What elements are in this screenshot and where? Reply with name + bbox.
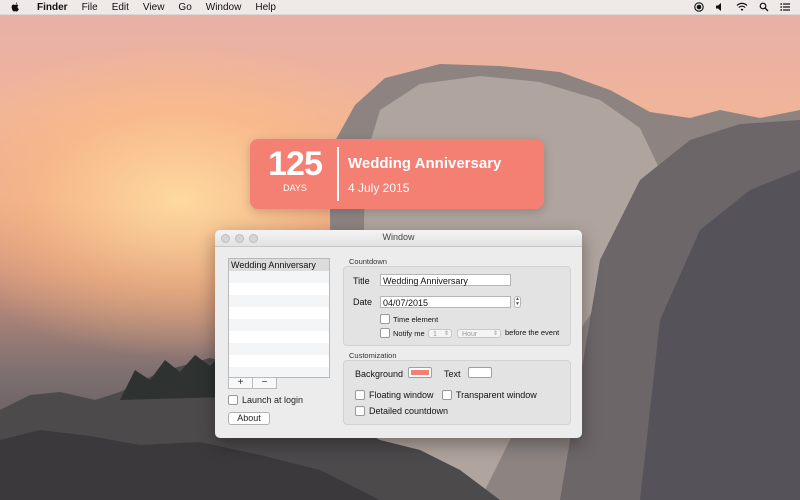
notify-checkbox[interactable] bbox=[380, 328, 390, 338]
event-title: Wedding Anniversary bbox=[348, 155, 502, 172]
date-stepper[interactable]: ▲ ▼ bbox=[514, 296, 521, 308]
list-add-remove: + − bbox=[228, 377, 277, 389]
background-color-swatch bbox=[411, 370, 429, 375]
detailed-countdown-checkbox[interactable] bbox=[355, 406, 365, 416]
countdown-list[interactable]: Wedding Anniversary bbox=[228, 258, 330, 378]
title-label: Title bbox=[353, 276, 370, 286]
date-label: Date bbox=[353, 297, 373, 307]
transparent-window-option[interactable]: Transparent window bbox=[442, 390, 537, 400]
notify-suffix: before the event bbox=[505, 328, 560, 337]
notify-amount-select[interactable]: 1 ⇕ bbox=[428, 329, 452, 338]
notification-center-icon[interactable] bbox=[780, 2, 790, 12]
notify-unit-select[interactable]: Hour ⇕ bbox=[457, 329, 501, 338]
floating-window-checkbox[interactable] bbox=[355, 390, 365, 400]
time-element-option[interactable]: Time element bbox=[380, 314, 438, 324]
countdown-section-label: Countdown bbox=[349, 257, 387, 266]
launch-at-login-label: Launch at login bbox=[242, 395, 304, 405]
event-date: 4 July 2015 bbox=[348, 181, 410, 195]
menu-go[interactable]: Go bbox=[178, 2, 191, 13]
add-button[interactable]: + bbox=[228, 377, 253, 389]
list-item-empty bbox=[229, 283, 329, 295]
launch-at-login-checkbox[interactable] bbox=[228, 395, 238, 405]
transparent-window-label: Transparent window bbox=[456, 390, 537, 400]
list-item-empty bbox=[229, 295, 329, 307]
menu-bar: Finder File Edit View Go Window Help bbox=[0, 0, 800, 15]
launch-at-login[interactable]: Launch at login bbox=[228, 395, 303, 405]
list-item-empty bbox=[229, 331, 329, 343]
remove-button[interactable]: − bbox=[253, 377, 277, 389]
list-item-empty bbox=[229, 271, 329, 283]
menu-help[interactable]: Help bbox=[255, 2, 276, 13]
customization-section-label: Customization bbox=[349, 351, 397, 360]
detailed-countdown-label: Detailed countdown bbox=[369, 406, 449, 416]
menu-file[interactable]: File bbox=[82, 2, 98, 13]
time-element-label: Time element bbox=[393, 314, 439, 324]
countdown-number: 125 bbox=[268, 145, 323, 183]
list-item-empty bbox=[229, 355, 329, 367]
spotlight-icon[interactable] bbox=[759, 2, 769, 12]
list-item-empty bbox=[229, 319, 329, 331]
wifi-icon[interactable] bbox=[736, 2, 748, 12]
floating-window-label: Floating window bbox=[369, 390, 434, 400]
list-item[interactable]: Wedding Anniversary bbox=[229, 259, 329, 271]
notify-label: Notify me bbox=[393, 328, 425, 338]
countdown-unit: DAYS bbox=[283, 183, 307, 193]
detailed-countdown-option[interactable]: Detailed countdown bbox=[355, 406, 448, 416]
menu-edit[interactable]: Edit bbox=[112, 2, 129, 13]
window-titlebar[interactable]: Window bbox=[215, 230, 582, 247]
title-field[interactable]: Wedding Anniversary bbox=[380, 274, 511, 286]
window-title: Window bbox=[382, 232, 415, 242]
floating-window-option[interactable]: Floating window bbox=[355, 390, 434, 400]
record-icon[interactable] bbox=[694, 2, 704, 12]
notify-amount-value: 1 bbox=[433, 331, 437, 338]
menu-window[interactable]: Window bbox=[206, 2, 242, 13]
widget-divider bbox=[337, 147, 339, 201]
volume-icon[interactable] bbox=[715, 2, 725, 12]
preferences-window: Window Wedding Anniversary + − Launch at… bbox=[215, 230, 582, 438]
text-color-well[interactable] bbox=[468, 367, 492, 378]
customization-group: Background Text Floating window Transpar… bbox=[343, 360, 571, 425]
apple-icon[interactable] bbox=[11, 2, 23, 12]
transparent-window-checkbox[interactable] bbox=[442, 390, 452, 400]
about-button[interactable]: About bbox=[228, 412, 270, 425]
background-label: Background bbox=[355, 369, 404, 379]
menu-view[interactable]: View bbox=[143, 2, 165, 13]
notify-unit-value: Hour bbox=[462, 331, 478, 338]
notify-option[interactable]: Notify me bbox=[380, 328, 425, 338]
menu-app-name[interactable]: Finder bbox=[37, 2, 68, 13]
list-item-empty bbox=[229, 343, 329, 355]
chevron-updown-icon: ⇕ bbox=[492, 331, 498, 337]
chevron-updown-icon: ⇕ bbox=[443, 331, 449, 337]
list-item-empty bbox=[229, 307, 329, 319]
time-element-checkbox[interactable] bbox=[380, 314, 390, 324]
text-color-swatch bbox=[471, 370, 489, 375]
text-color-label: Text bbox=[444, 369, 461, 379]
background-color-well[interactable] bbox=[408, 367, 432, 378]
countdown-widget[interactable]: 125 DAYS Wedding Anniversary 4 July 2015 bbox=[250, 139, 544, 209]
date-field[interactable]: 04/07/2015 bbox=[380, 296, 511, 308]
countdown-group: Title Wedding Anniversary Date 04/07/201… bbox=[343, 266, 571, 346]
